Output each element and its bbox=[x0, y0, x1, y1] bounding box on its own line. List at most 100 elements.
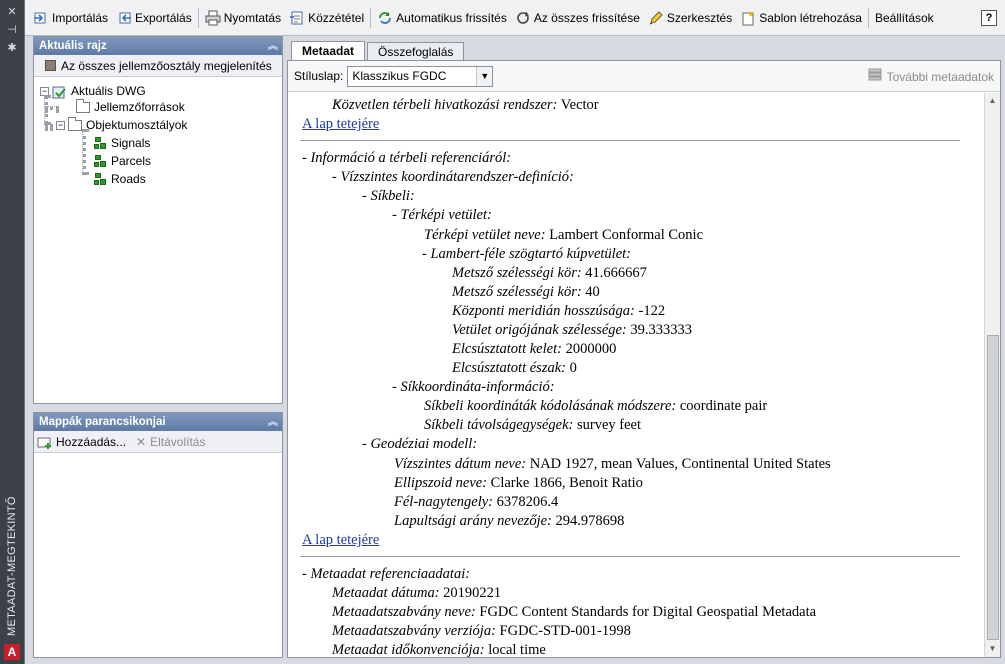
collapse-icon[interactable]: ︽ bbox=[268, 38, 278, 56]
auto-refresh-icon bbox=[377, 10, 393, 26]
import-icon bbox=[33, 10, 49, 26]
tree-line bbox=[44, 95, 48, 125]
panel-header[interactable]: Mappák parancsikonjai ︽ bbox=[34, 413, 282, 431]
tree-line bbox=[82, 129, 86, 175]
create-template-icon bbox=[740, 10, 756, 26]
layer-icon bbox=[94, 154, 107, 168]
metadata-field: Lapultsági arány nevezője: 294.978698 bbox=[394, 513, 625, 529]
palette-title: METAADAT-MEGTEKINTŐ bbox=[6, 496, 18, 636]
section-heading: - Síkkoordináta-információ: bbox=[392, 379, 555, 395]
tree-node-current-dwg[interactable]: − Aktuális DWG bbox=[40, 83, 146, 99]
settings-button[interactable]: Beállítások bbox=[871, 6, 938, 30]
remove-icon: ✕ bbox=[136, 434, 147, 449]
publish-button[interactable]: Közzététel bbox=[285, 6, 368, 30]
show-all-feature-classes-button[interactable]: Az összes jellemzőosztály megjelenítés bbox=[34, 55, 282, 77]
separator bbox=[370, 7, 372, 28]
separator bbox=[197, 7, 199, 28]
stylesheet-bar: Stíluslap: Klasszikus FGDC ▼ További met… bbox=[288, 61, 1000, 92]
metadata-field: Metsző szélességi kör: 40 bbox=[452, 284, 600, 300]
vertical-scrollbar[interactable]: ▲ ▼ bbox=[984, 93, 1000, 657]
tree-node-object-classes[interactable]: − Objektumosztályok bbox=[56, 116, 187, 133]
metadata-icon bbox=[867, 68, 883, 85]
metadata-viewer: Importálás Exportálás Nyomtatás Közzétét… bbox=[24, 0, 1005, 664]
autocad-logo-icon: A bbox=[4, 644, 20, 660]
refresh-all-icon bbox=[515, 10, 531, 26]
section-heading: - Geodéziai modell: bbox=[362, 436, 478, 452]
section-heading: - Síkbeli: bbox=[362, 188, 415, 204]
metadata-field: Térképi vetület neve: Lambert Conformal … bbox=[424, 227, 704, 243]
tab-metadata[interactable]: Metaadat bbox=[291, 41, 366, 61]
metadata-field: Síkbeli koordináták kódolásának módszere… bbox=[424, 398, 768, 414]
divider bbox=[300, 556, 960, 557]
import-button[interactable]: Importálás bbox=[29, 6, 112, 30]
collapse-icon[interactable]: ︽ bbox=[268, 414, 278, 432]
tree-line bbox=[45, 124, 53, 128]
direct-ref-line: Közvetlen térbeli hivatkozási rendszer: … bbox=[332, 97, 599, 113]
scroll-up-icon[interactable]: ▲ bbox=[985, 93, 1000, 109]
tab-summary[interactable]: Összefoglalás bbox=[367, 42, 465, 61]
metadata-field: Metaadatszabvány neve: FGDC Content Stan… bbox=[332, 604, 817, 620]
edit-icon bbox=[648, 10, 664, 26]
layer-icon bbox=[94, 172, 107, 186]
more-metadata-button[interactable]: További metaadatok bbox=[867, 68, 994, 85]
stylesheet-select[interactable]: Klasszikus FGDC ▼ bbox=[347, 65, 494, 87]
section-heading: - Térképi vetület: bbox=[392, 207, 492, 223]
autohide-icon[interactable]: ⊣ bbox=[6, 24, 18, 36]
auto-refresh-button[interactable]: Automatikus frissítés bbox=[373, 6, 511, 30]
metadata-field: Metaadat időkonvenciója: local time bbox=[332, 642, 546, 657]
tree-node-feature-sources[interactable]: Jellemzőforrások bbox=[76, 98, 185, 115]
dwg-icon bbox=[52, 84, 67, 99]
folder-icon bbox=[76, 98, 90, 113]
panel-header[interactable]: Aktuális rajz ︽ bbox=[34, 37, 282, 55]
publish-icon bbox=[289, 10, 305, 26]
scrollbar-thumb[interactable] bbox=[987, 335, 999, 640]
metadata-document: ⌄ Közvetlen térbeli hivatkozási rendszer… bbox=[288, 93, 984, 657]
toolbar: Importálás Exportálás Nyomtatás Közzétét… bbox=[25, 0, 1005, 36]
tree-node-parcels[interactable]: Parcels bbox=[94, 153, 151, 169]
add-folder-button[interactable]: Hozzáadás... bbox=[37, 435, 126, 449]
metadata-field: Vízszintes dátum neve: NAD 1927, mean Va… bbox=[394, 456, 831, 472]
properties-icon[interactable]: ✱ bbox=[6, 42, 18, 54]
print-button[interactable]: Nyomtatás bbox=[201, 6, 285, 30]
tree-node-roads[interactable]: Roads bbox=[94, 171, 146, 187]
create-template-button[interactable]: Sablon létrehozása bbox=[736, 6, 866, 30]
metadata-field: Ellipszoid neve: Clarke 1866, Benoit Rat… bbox=[394, 475, 643, 491]
scroll-down-icon[interactable]: ▼ bbox=[985, 641, 1000, 657]
current-drawing-panel: Aktuális rajz ︽ Az összes jellemzőosztál… bbox=[33, 36, 283, 404]
folder-commands: Hozzáadás... ✕ Eltávolítás bbox=[34, 431, 282, 453]
metadata-field: Metaadat dátuma: 20190221 bbox=[332, 585, 502, 601]
top-of-page-link[interactable]: A lap tetejére bbox=[302, 115, 379, 134]
separator bbox=[867, 7, 869, 28]
section-heading: - Lambert-féle szögtartó kúpvetület: bbox=[422, 246, 631, 262]
close-icon[interactable]: ✕ bbox=[6, 6, 18, 18]
metadata-field: Síkbeli távolságegységek: survey feet bbox=[424, 417, 642, 433]
metadata-field: Vetület origójának szélessége: 39.333333 bbox=[452, 322, 693, 338]
chevron-down-icon: ▼ bbox=[476, 66, 493, 86]
feature-class-icon bbox=[45, 60, 56, 71]
export-icon bbox=[116, 10, 132, 26]
collapse-node-icon[interactable]: − bbox=[56, 120, 65, 130]
divider bbox=[300, 140, 960, 141]
remove-folder-button[interactable]: ✕ Eltávolítás bbox=[136, 435, 205, 449]
top-of-page-link[interactable]: A lap tetejére bbox=[302, 531, 379, 550]
refresh-all-button[interactable]: Az összes frissítése bbox=[511, 6, 644, 30]
section-heading: - Vízszintes koordinátarendszer-definíci… bbox=[332, 169, 574, 185]
layer-icon bbox=[94, 136, 107, 150]
tab-bar: Metaadat Összefoglalás bbox=[291, 41, 466, 61]
palette-side-strip: ✕ ⊣ ✱ METAADAT-MEGTEKINTŐ A bbox=[0, 0, 24, 664]
section-heading: - Metaadat referenciaadatai: bbox=[302, 566, 471, 582]
add-folder-icon bbox=[37, 435, 53, 449]
folder-shortcuts-panel: Mappák parancsikonjai ︽ Hozzáadás... ✕ E… bbox=[33, 412, 283, 658]
stylesheet-label: Stíluslap: bbox=[294, 69, 344, 83]
export-button[interactable]: Exportálás bbox=[112, 6, 196, 30]
metadata-field: Metsző szélességi kör: 41.666667 bbox=[452, 265, 647, 281]
metadata-field: Fél-nagytengely: 6378206.4 bbox=[394, 494, 559, 510]
edit-button[interactable]: Szerkesztés bbox=[644, 6, 736, 30]
help-button[interactable]: ? bbox=[981, 10, 997, 26]
print-icon bbox=[205, 10, 221, 26]
metadata-field: Központi meridián hosszúsága: -122 bbox=[452, 303, 666, 319]
tree-node-signals[interactable]: Signals bbox=[94, 135, 150, 151]
metadata-field: Metaadatszabvány verziója: FGDC-STD-001-… bbox=[332, 623, 631, 639]
drawing-tree: − Aktuális DWG Jellemzőforrások − Objekt… bbox=[34, 77, 282, 397]
metadata-field: Elcsúsztatott észak: 0 bbox=[452, 360, 577, 376]
